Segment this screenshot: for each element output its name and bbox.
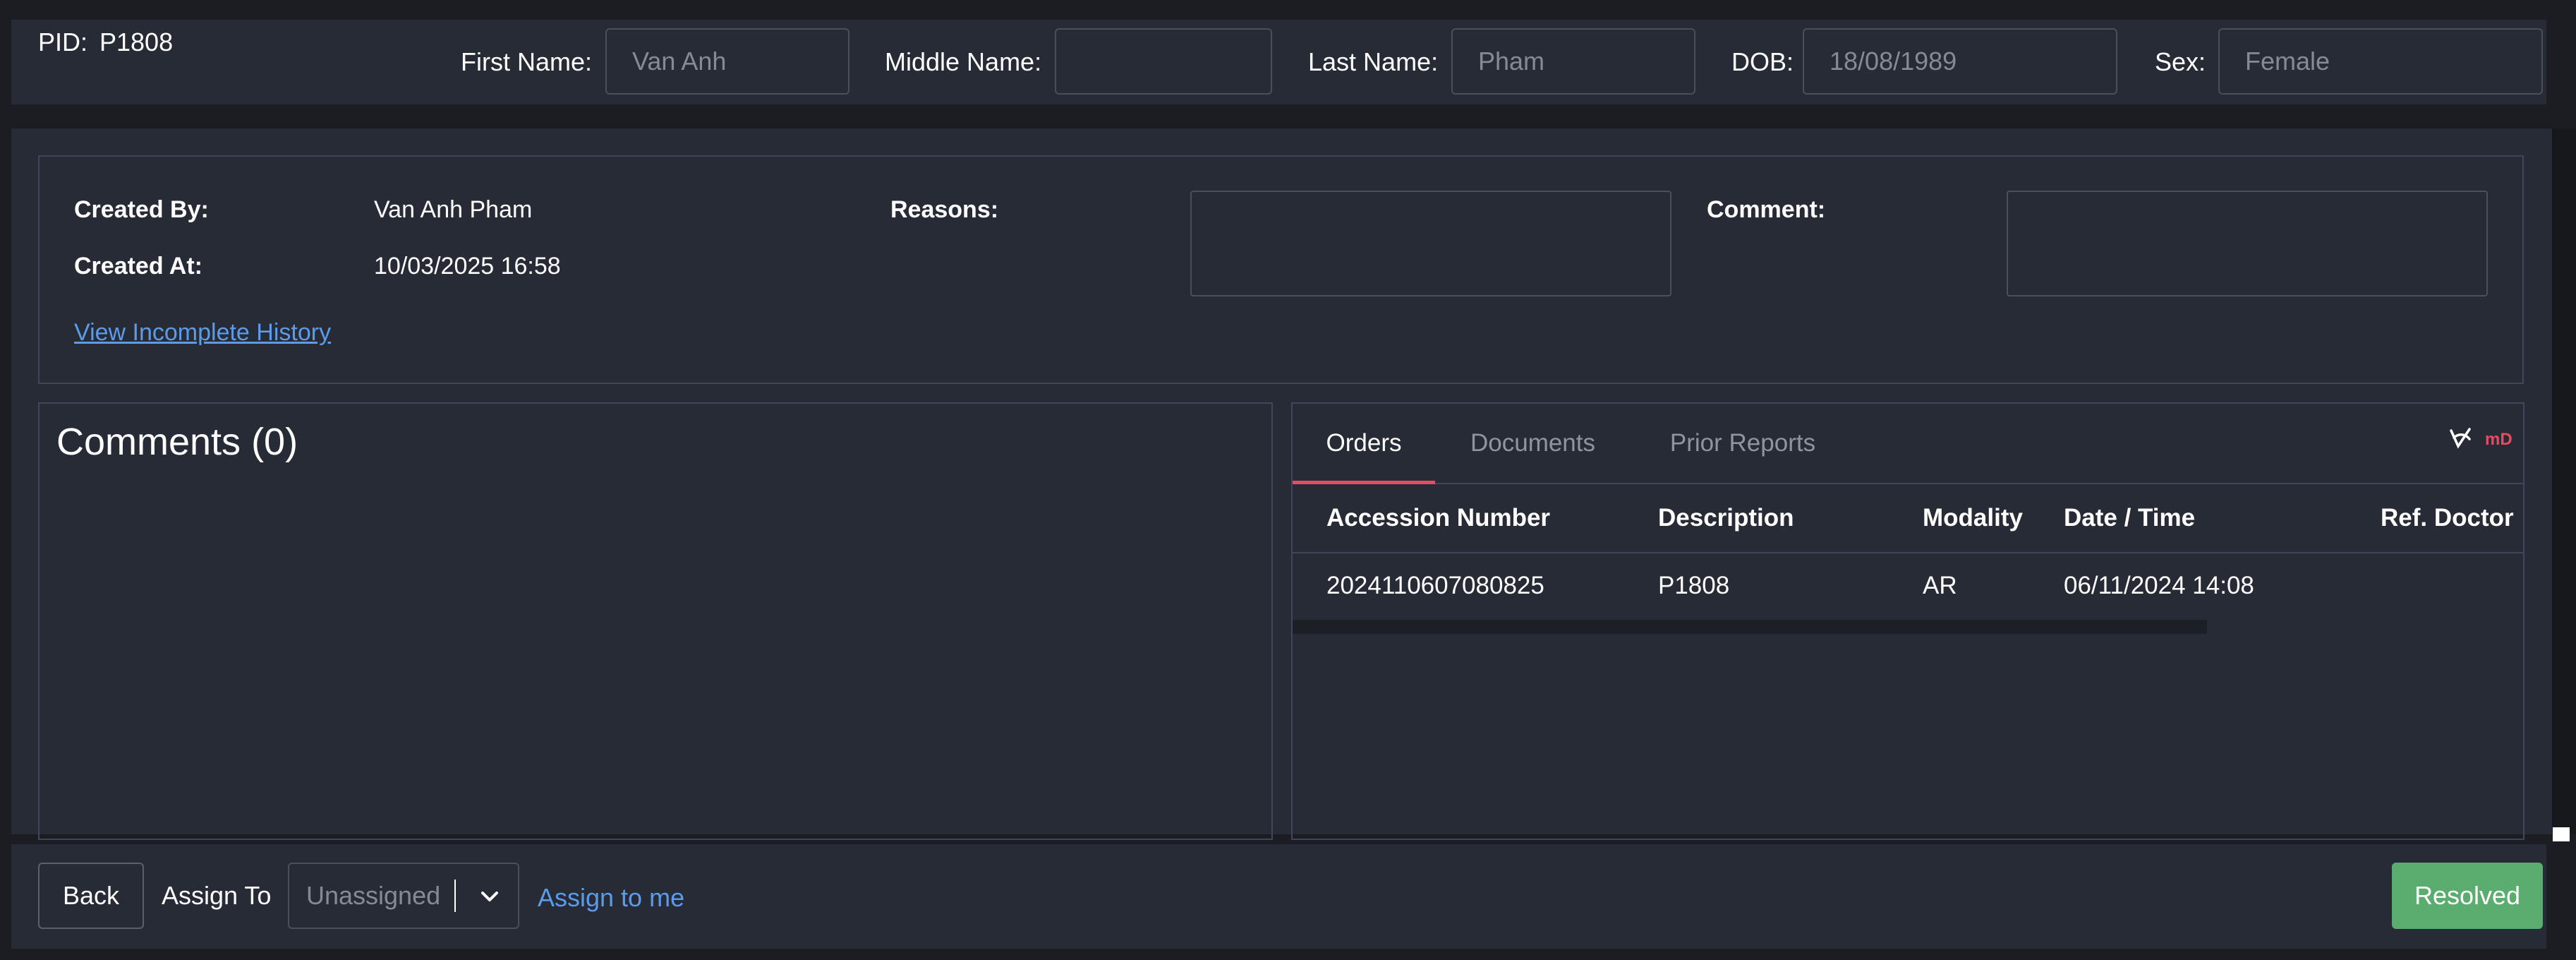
reasons-label: Reasons: bbox=[890, 196, 999, 223]
cell-datetime: 06/11/2024 14:08 bbox=[2064, 572, 2254, 599]
col-header-description[interactable]: Description bbox=[1658, 490, 1794, 546]
dob-label: DOB: bbox=[1731, 47, 1794, 76]
pid-value: P1808 bbox=[99, 28, 174, 56]
table-header-divider bbox=[1293, 552, 2523, 553]
comments-panel bbox=[38, 402, 1273, 840]
col-header-ref-doctor[interactable]: Ref. Doctor bbox=[2381, 490, 2514, 546]
tabs-divider bbox=[1293, 483, 2523, 484]
tab-prior-reports[interactable]: Prior Reports bbox=[1644, 402, 1842, 484]
assign-to-select[interactable]: Unassigned bbox=[288, 863, 519, 929]
tab-orders[interactable]: Orders bbox=[1293, 402, 1435, 484]
reasons-textarea[interactable] bbox=[1190, 191, 1671, 296]
last-name-field[interactable]: Pham bbox=[1451, 28, 1695, 95]
cell-modality: AR bbox=[1923, 572, 1957, 599]
cell-description: P1808 bbox=[1658, 572, 1730, 599]
assign-to-label: Assign To bbox=[162, 881, 272, 910]
created-by-label: Created By: bbox=[74, 196, 209, 223]
last-name-label: Last Name: bbox=[1308, 47, 1439, 76]
resolved-button[interactable]: Resolved bbox=[2392, 863, 2543, 929]
comments-title: Comments (0) bbox=[56, 421, 298, 463]
middle-name-label: Middle Name: bbox=[885, 47, 1042, 76]
horizontal-scrollbar[interactable] bbox=[1293, 620, 2207, 634]
chevron-down-icon[interactable] bbox=[474, 881, 505, 912]
brand-logo-icon: mD bbox=[2448, 424, 2519, 455]
assign-to-me-link[interactable]: Assign to me bbox=[538, 867, 684, 929]
first-name-field[interactable]: Van Anh bbox=[605, 28, 849, 95]
cell-accession: 2024110607080825 bbox=[1326, 572, 1544, 599]
created-by-value: Van Anh Pham bbox=[374, 196, 533, 223]
comment-label: Comment: bbox=[1707, 196, 1826, 223]
assign-select-value: Unassigned bbox=[306, 881, 441, 910]
tab-documents[interactable]: Documents bbox=[1453, 402, 1612, 484]
col-header-datetime[interactable]: Date / Time bbox=[2064, 490, 2195, 546]
middle-name-field[interactable] bbox=[1055, 28, 1272, 95]
comment-textarea[interactable] bbox=[2007, 191, 2488, 296]
right-scroll-area[interactable] bbox=[2552, 128, 2576, 834]
col-header-accession[interactable]: Accession Number bbox=[1326, 490, 1550, 546]
first-name-label: First Name: bbox=[461, 47, 593, 76]
sex-label: Sex: bbox=[2155, 47, 2206, 76]
created-at-value: 10/03/2025 16:58 bbox=[374, 253, 561, 280]
dob-field[interactable]: 18/08/1989 bbox=[1803, 28, 2117, 95]
select-separator bbox=[454, 880, 456, 912]
sex-field[interactable]: Female bbox=[2218, 28, 2543, 95]
back-button[interactable]: Back bbox=[38, 863, 144, 929]
resize-handle[interactable] bbox=[2553, 827, 2570, 841]
pid-label: PID: bbox=[38, 28, 88, 56]
active-tab-indicator bbox=[1293, 481, 1435, 484]
brand-logo-text: mD bbox=[2485, 430, 2512, 449]
col-header-modality[interactable]: Modality bbox=[1923, 490, 2023, 546]
view-incomplete-history-link[interactable]: View Incomplete History bbox=[74, 319, 331, 347]
created-at-label: Created At: bbox=[74, 253, 202, 280]
